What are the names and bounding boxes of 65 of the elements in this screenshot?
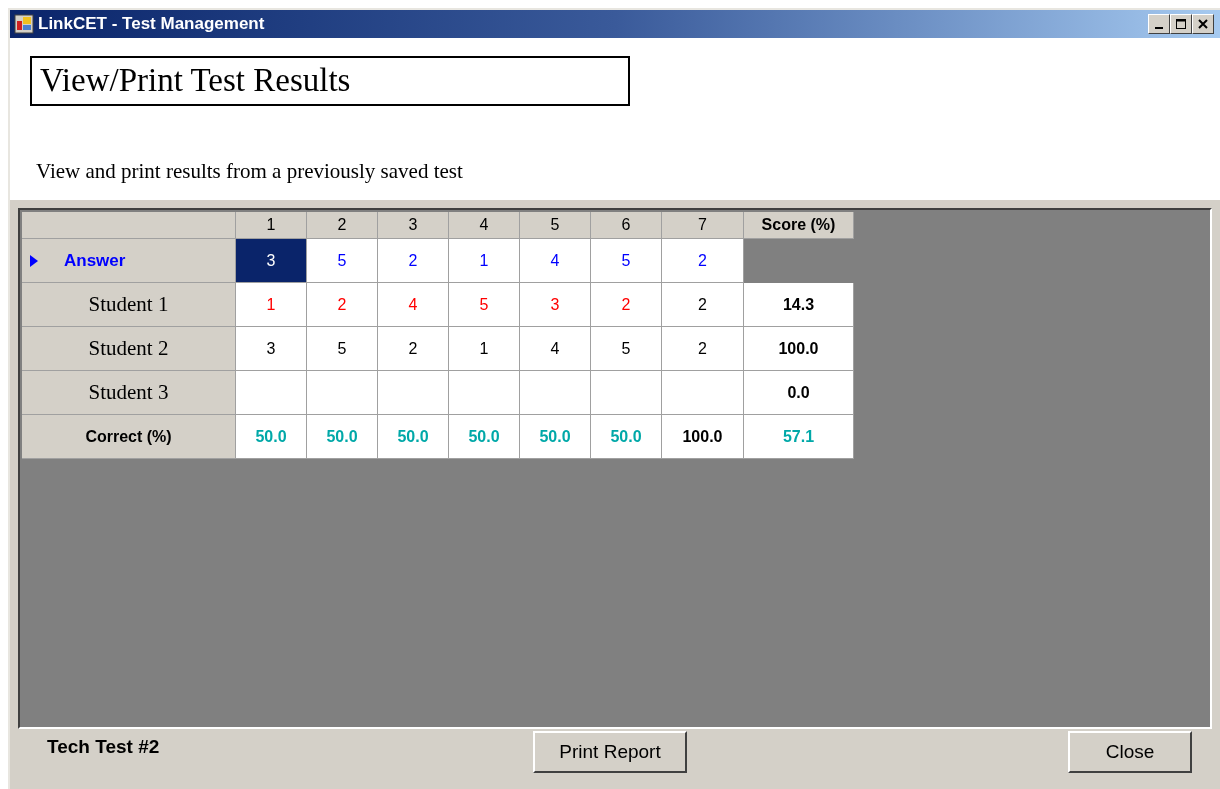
table-cell[interactable]: 2 bbox=[591, 283, 662, 327]
table-cell[interactable]: 5 bbox=[307, 327, 378, 371]
table-cell[interactable]: 2 bbox=[662, 239, 744, 283]
table-cell[interactable]: 5 bbox=[591, 327, 662, 371]
row-label: Answer bbox=[64, 249, 126, 272]
table-cell[interactable]: 1 bbox=[449, 327, 520, 371]
row-header[interactable]: Correct (%) bbox=[22, 415, 236, 459]
column-header[interactable]: 7 bbox=[662, 212, 744, 239]
table-cell[interactable] bbox=[378, 371, 449, 415]
table-cell[interactable] bbox=[662, 371, 744, 415]
maximize-button[interactable] bbox=[1170, 14, 1192, 34]
column-header[interactable]: 6 bbox=[591, 212, 662, 239]
row-label: Student 3 bbox=[88, 378, 169, 406]
page-heading: View/Print Test Results bbox=[30, 56, 630, 106]
table-cell[interactable] bbox=[591, 371, 662, 415]
table-cell[interactable] bbox=[307, 371, 378, 415]
minimize-button[interactable] bbox=[1148, 14, 1170, 34]
score-cell: 57.1 bbox=[744, 415, 854, 459]
column-header[interactable]: Score (%) bbox=[744, 212, 854, 239]
table-cell[interactable] bbox=[520, 371, 591, 415]
column-header[interactable]: 2 bbox=[307, 212, 378, 239]
app-icon bbox=[14, 14, 34, 34]
table-cell[interactable]: 4 bbox=[520, 327, 591, 371]
table-cell[interactable]: 5 bbox=[591, 239, 662, 283]
table-cell[interactable]: 3 bbox=[520, 283, 591, 327]
column-header[interactable]: 1 bbox=[236, 212, 307, 239]
test-name: Tech Test #2 bbox=[47, 735, 160, 759]
score-cell: 14.3 bbox=[744, 283, 854, 327]
table-cell[interactable]: 2 bbox=[307, 283, 378, 327]
close-button[interactable] bbox=[1192, 14, 1214, 34]
score-cell: 100.0 bbox=[744, 327, 854, 371]
close-icon bbox=[1198, 19, 1208, 29]
table-cell[interactable] bbox=[449, 371, 520, 415]
print-report-button[interactable]: Print Report bbox=[533, 731, 687, 773]
table-cell[interactable]: 3 bbox=[236, 327, 307, 371]
row-header[interactable]: Student 3 bbox=[22, 371, 236, 415]
table-cell[interactable]: 2 bbox=[662, 283, 744, 327]
row-label: Student 1 bbox=[88, 290, 169, 318]
table-cell[interactable]: 5 bbox=[307, 239, 378, 283]
table-cell[interactable]: 2 bbox=[378, 239, 449, 283]
table-cell[interactable]: 1 bbox=[449, 239, 520, 283]
row-header[interactable]: Student 1 bbox=[22, 283, 236, 327]
table-cell[interactable] bbox=[236, 371, 307, 415]
table-cell[interactable]: 5 bbox=[449, 283, 520, 327]
minimize-icon bbox=[1155, 26, 1163, 29]
window-title: LinkCET - Test Management bbox=[38, 13, 265, 36]
score-cell: 0.0 bbox=[744, 371, 854, 415]
maximize-icon bbox=[1176, 19, 1186, 29]
table-cell[interactable]: 2 bbox=[378, 327, 449, 371]
column-header[interactable]: 4 bbox=[449, 212, 520, 239]
row-label: Student 2 bbox=[88, 334, 169, 362]
description-text: View and print results from a previously saved test bbox=[36, 158, 463, 185]
column-header[interactable]: 3 bbox=[378, 212, 449, 239]
table-cell[interactable]: 1 bbox=[236, 283, 307, 327]
row-label: Correct (%) bbox=[85, 426, 172, 447]
column-header[interactable]: 5 bbox=[520, 212, 591, 239]
current-row-icon bbox=[30, 255, 38, 267]
table-cell[interactable]: 3 bbox=[236, 239, 307, 283]
table-cell[interactable]: 4 bbox=[520, 239, 591, 283]
close-button[interactable]: Close bbox=[1068, 731, 1192, 773]
table-cell[interactable]: 4 bbox=[378, 283, 449, 327]
table-cell[interactable]: 100.0 bbox=[662, 415, 744, 459]
row-header[interactable]: Answer bbox=[22, 239, 236, 283]
row-header[interactable]: Student 2 bbox=[22, 327, 236, 371]
table-cell[interactable]: 2 bbox=[662, 327, 744, 371]
